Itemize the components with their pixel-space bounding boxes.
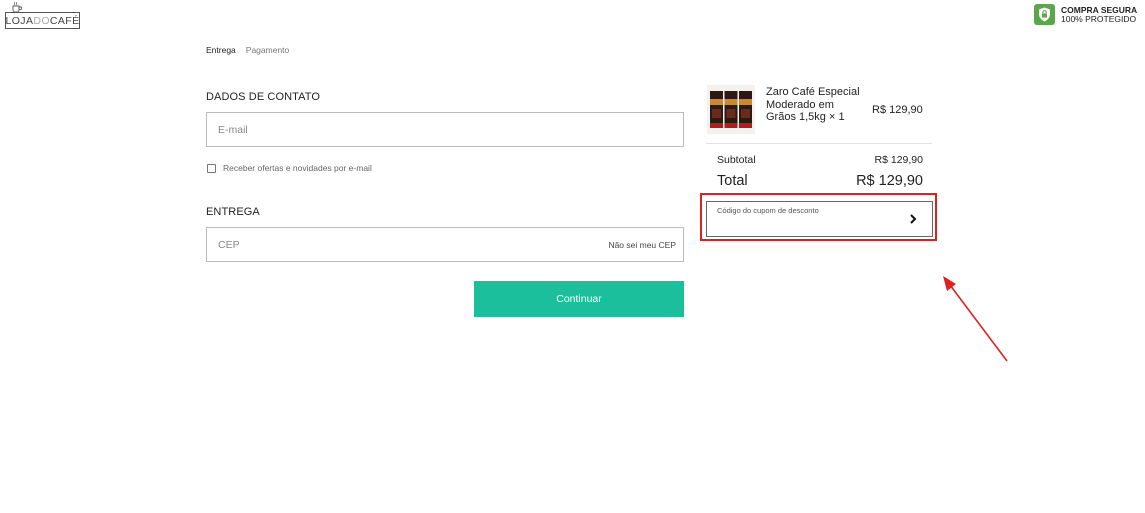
logo-wordmark: LOJA DO CAFÉ [5, 12, 80, 29]
store-logo[interactable]: LOJA DO CAFÉ [5, 2, 81, 29]
breadcrumb-step-delivery[interactable]: Entrega [206, 45, 236, 55]
chevron-right-icon[interactable] [908, 213, 918, 225]
breadcrumb-step-payment: Pagamento [245, 45, 290, 55]
secure-subtitle: 100% PROTEGIDO [1061, 13, 1137, 24]
email-input[interactable] [218, 123, 672, 136]
total-value: R$ 129,90 [856, 173, 923, 189]
coupon-label: Código do cupom de desconto [717, 206, 819, 215]
coupon-field[interactable]: Código do cupom de desconto [706, 201, 933, 237]
total-label: Total [717, 173, 748, 189]
newsletter-checkbox[interactable] [207, 163, 216, 173]
lock-icon [1034, 4, 1055, 25]
delivery-section-title: ENTREGA [206, 206, 260, 218]
product-price: R$ 129,90 [872, 104, 923, 116]
contact-section-title: DADOS DE CONTATO [206, 91, 321, 103]
newsletter-option[interactable]: Receber ofertas e novidades por e-mail [207, 163, 372, 173]
summary-divider [706, 143, 932, 144]
logo-text-cafe: CAFÉ [49, 14, 80, 27]
newsletter-label: Receber ofertas e novidades por e-mail [223, 163, 372, 173]
subtotal-label: Subtotal [717, 154, 756, 166]
total-row: Total R$ 129,90 [717, 173, 923, 189]
subtotal-value: R$ 129,90 [874, 154, 923, 166]
cep-field-container[interactable]: Não sei meu CEP [206, 227, 684, 262]
breadcrumb: Entrega Pagamento [206, 45, 289, 55]
logo-text-do: DO [33, 14, 50, 27]
product-image [707, 85, 755, 134]
email-field-container[interactable] [206, 112, 684, 147]
subtotal-row: Subtotal R$ 129,90 [717, 154, 923, 166]
product-name: Zaro Café Especial Moderado em Grãos 1,5… [766, 86, 860, 123]
continue-button[interactable]: Continuar [474, 281, 684, 317]
unknown-cep-link[interactable]: Não sei meu CEP [608, 240, 676, 250]
cep-input[interactable] [218, 238, 601, 251]
secure-purchase-badge: COMPRA SEGURA 100% PROTEGIDO [1034, 4, 1137, 25]
logo-text-loja: LOJA [5, 14, 34, 27]
